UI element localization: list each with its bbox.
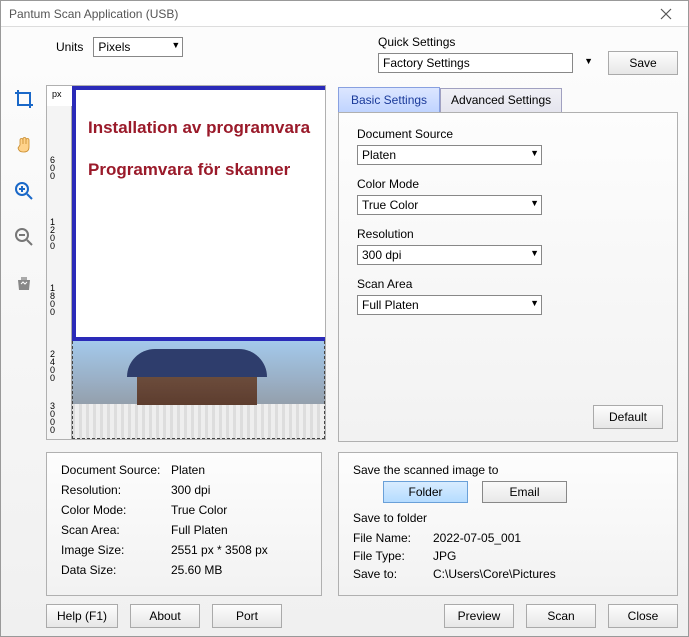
folder-button[interactable]: Folder <box>383 481 468 503</box>
scan-button[interactable]: Scan <box>526 604 596 628</box>
about-button[interactable]: About <box>130 604 200 628</box>
save-info-box: Save the scanned image to Folder Email S… <box>338 452 678 596</box>
field-resolution: Resolution 300 dpi <box>357 227 659 265</box>
window-title: Pantum Scan Application (USB) <box>9 7 178 21</box>
document-source-select[interactable]: Platen <box>357 145 542 165</box>
tab-body: Document Source Platen Color Mode True C… <box>338 112 678 442</box>
overlay-line2: Programvara för skanner <box>88 160 326 180</box>
default-button[interactable]: Default <box>593 405 663 429</box>
info-row: Document Source:Platen Resolution:300 dp… <box>46 452 678 596</box>
overlay-line1: Installation av programvara <box>88 118 326 138</box>
quick-select[interactable]: Factory Settings <box>378 53 596 73</box>
save-subtitle: Save to folder <box>353 511 663 525</box>
color-mode-select[interactable]: True Color <box>357 195 542 215</box>
overlay-callout: Installation av programvara Programvara … <box>72 86 326 341</box>
toolbar <box>1 27 46 636</box>
tab-advanced[interactable]: Advanced Settings <box>440 88 562 113</box>
bottom-buttons: Help (F1) About Port Preview Scan Close <box>46 604 678 628</box>
mid-row: px 600 1200 1800 2400 600 1200 1800 2400 <box>46 85 678 442</box>
save-button[interactable]: Save <box>608 51 678 75</box>
save-title: Save the scanned image to <box>353 463 663 477</box>
units-row: Units Pixels <box>56 35 183 57</box>
tabs: Basic Settings Advanced Settings <box>338 87 678 112</box>
close-button[interactable]: Close <box>608 604 678 628</box>
px-label: px <box>52 89 62 99</box>
port-button[interactable]: Port <box>212 604 282 628</box>
field-scan-area: Scan Area Full Platen <box>357 277 659 315</box>
close-icon[interactable] <box>652 4 680 24</box>
ruler-vertical: 600 1200 1800 2400 3000 <box>47 106 72 439</box>
field-document-source: Document Source Platen <box>357 127 659 165</box>
units-label: Units <box>56 40 83 54</box>
app-window: Pantum Scan Application (USB) Units Pixe… <box>0 0 689 637</box>
tab-basic[interactable]: Basic Settings <box>338 87 440 112</box>
scan-info-box: Document Source:Platen Resolution:300 dp… <box>46 452 322 596</box>
main-column: Units Pixels Quick Settings Factory Sett… <box>46 27 688 636</box>
crop-icon[interactable] <box>12 87 36 111</box>
scan-area-select[interactable]: Full Platen <box>357 295 542 315</box>
zoom-in-icon[interactable] <box>12 179 36 203</box>
quick-settings: Quick Settings Factory Settings Save <box>378 35 678 75</box>
recycle-icon[interactable] <box>12 271 36 295</box>
top-row: Units Pixels Quick Settings Factory Sett… <box>46 35 678 85</box>
titlebar: Pantum Scan Application (USB) <box>1 1 688 27</box>
field-color-mode: Color Mode True Color <box>357 177 659 215</box>
content: Units Pixels Quick Settings Factory Sett… <box>1 27 688 636</box>
preview-button[interactable]: Preview <box>444 604 514 628</box>
quick-label: Quick Settings <box>378 35 678 49</box>
help-button[interactable]: Help (F1) <box>46 604 118 628</box>
preview-panel: px 600 1200 1800 2400 600 1200 1800 2400 <box>46 85 326 442</box>
resolution-select[interactable]: 300 dpi <box>357 245 542 265</box>
email-button[interactable]: Email <box>482 481 567 503</box>
settings-panel: Basic Settings Advanced Settings Documen… <box>338 85 678 442</box>
preview-area[interactable]: px 600 1200 1800 2400 600 1200 1800 2400 <box>46 85 326 440</box>
hand-icon[interactable] <box>12 133 36 157</box>
units-select[interactable]: Pixels <box>93 37 183 57</box>
zoom-out-icon[interactable] <box>12 225 36 249</box>
